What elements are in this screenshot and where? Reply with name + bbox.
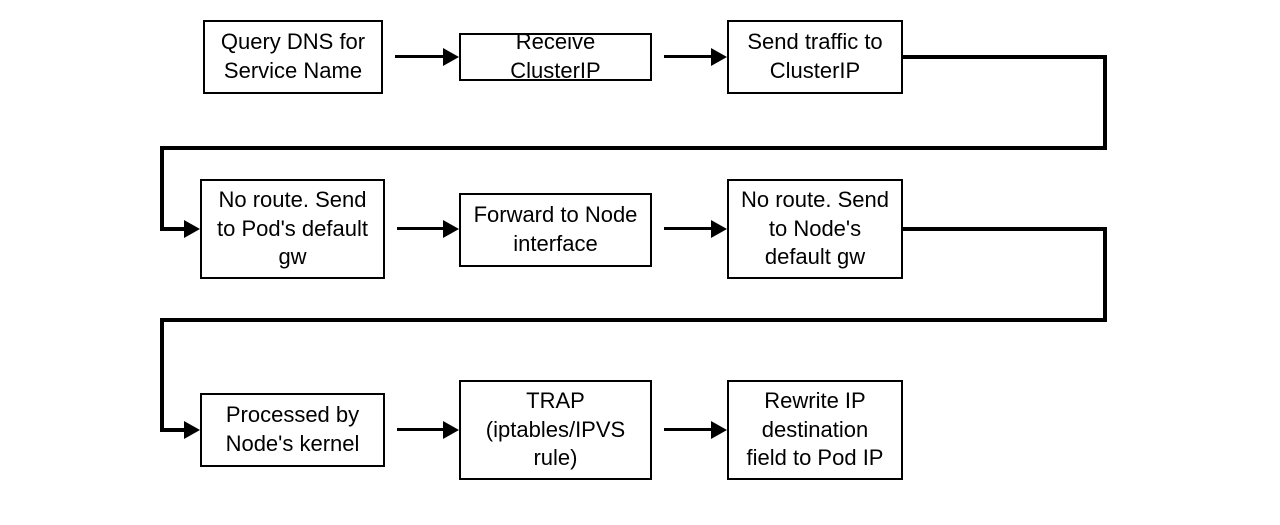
- flow-step-processed-kernel: Processed by Node's kernel: [200, 393, 385, 467]
- arrow-r1-b: [664, 55, 711, 58]
- flow-step-no-route-node: No route. Send to Node's default gw: [727, 179, 903, 279]
- flow-step-label: Send traffic to ClusterIP: [741, 28, 889, 85]
- arrowhead-into-r2s1: [184, 220, 200, 238]
- flow-step-no-route-pod: No route. Send to Pod's default gw: [200, 179, 385, 279]
- flow-step-rewrite-ip: Rewrite IP destination field to Pod IP: [727, 380, 903, 480]
- connector-r1-r2-seg2: [1103, 55, 1107, 150]
- flow-step-forward-node: Forward to Node interface: [459, 193, 652, 267]
- flow-step-label: Rewrite IP destination field to Pod IP: [741, 387, 889, 473]
- arrowhead-r2-a: [443, 220, 459, 238]
- connector-r2-r3-seg4: [160, 318, 164, 432]
- flow-step-receive-clusterip: Receive ClusterIP: [459, 33, 652, 81]
- connector-r1-r2-seg5: [160, 227, 184, 231]
- arrow-r2-a: [397, 227, 443, 230]
- arrowhead-r1-a: [443, 48, 459, 66]
- connector-r2-r3-seg1: [903, 227, 1107, 231]
- connector-r2-r3-seg3: [160, 318, 1107, 322]
- flow-step-label: Processed by Node's kernel: [214, 401, 371, 458]
- flow-step-trap: TRAP (iptables/IPVS rule): [459, 380, 652, 480]
- flow-step-query-dns: Query DNS for Service Name: [203, 20, 383, 94]
- flow-step-label: Forward to Node interface: [473, 201, 638, 258]
- flow-step-label: No route. Send to Pod's default gw: [214, 186, 371, 272]
- flow-step-label: No route. Send to Node's default gw: [741, 186, 889, 272]
- arrow-r1-a: [395, 55, 443, 58]
- arrowhead-r3-a: [443, 421, 459, 439]
- connector-r1-r2-seg4: [160, 146, 164, 231]
- arrowhead-r3-b: [711, 421, 727, 439]
- flow-step-label: Query DNS for Service Name: [217, 28, 369, 85]
- connector-r1-r2-seg3: [160, 146, 1107, 150]
- flow-step-label: TRAP (iptables/IPVS rule): [473, 387, 638, 473]
- flow-step-label: Receive ClusterIP: [473, 28, 638, 85]
- connector-r2-r3-seg2: [1103, 227, 1107, 322]
- connector-r1-r2-seg1: [903, 55, 1107, 59]
- arrow-r3-a: [397, 428, 443, 431]
- arrow-r3-b: [664, 428, 711, 431]
- arrowhead-r2-b: [711, 220, 727, 238]
- arrowhead-into-r3s1: [184, 421, 200, 439]
- connector-r2-r3-seg5: [160, 428, 184, 432]
- arrowhead-r1-b: [711, 48, 727, 66]
- arrow-r2-b: [664, 227, 711, 230]
- flow-step-send-traffic: Send traffic to ClusterIP: [727, 20, 903, 94]
